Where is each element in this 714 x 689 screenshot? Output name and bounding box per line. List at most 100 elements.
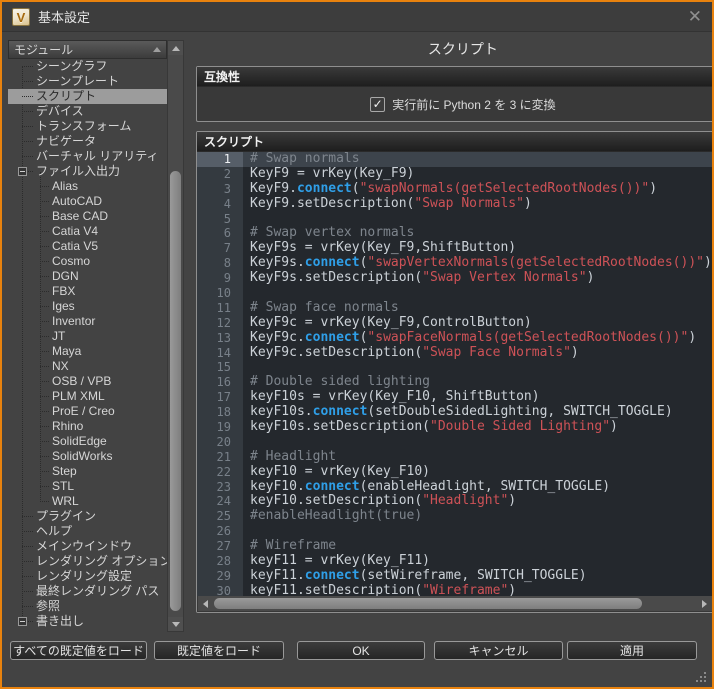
sidebar-item-書き出し[interactable]: 書き出し [8,614,167,629]
sidebar-item-スクリプト[interactable]: スクリプト [8,89,167,104]
sidebar-item-レンダリング設定[interactable]: レンダリング設定 [8,569,167,584]
code-line[interactable]: 9 KeyF9s.setDescription("Swap Vertex Norm… [197,271,712,287]
code-line[interactable]: 7 KeyF9s = vrKey(Key_F9,ShiftButton) [197,241,712,257]
sidebar-item-maya[interactable]: Maya [8,344,167,359]
code-line[interactable]: 2 KeyF9 = vrKey(Key_F9) [197,166,712,182]
sidebar-item-デバイス[interactable]: デバイス [8,104,167,119]
sidebar-item-メインウインドウ[interactable]: メインウインドウ [8,539,167,554]
editor-horizontal-scrollbar[interactable] [197,596,712,612]
sidebar-item-nx[interactable]: NX [8,359,167,374]
code-line[interactable]: 6 # Swap vertex normals [197,226,712,242]
code-line[interactable]: 25 #enableHeadlight(true) [197,509,712,525]
sidebar-item-osb-vpb[interactable]: OSB / VPB [8,374,167,389]
sidebar-item-トランスフォーム[interactable]: トランスフォーム [8,119,167,134]
window-title: 基本設定 [38,10,91,25]
script-editor[interactable]: 1 # Swap normals 2 KeyF9 = vrKey(Key_F9) 3 Ke… [197,152,712,596]
tree-collapse-icon[interactable] [18,617,27,626]
tree-collapse-icon[interactable] [18,167,27,176]
code-line[interactable]: 8 KeyF9s.connect("swapVertexNormals(getSe… [197,256,712,272]
sidebar-item-step[interactable]: Step [8,464,167,479]
python-convert-checkbox-row[interactable]: ✓ 実行前に Python 2 を 3 に変換 [370,96,556,113]
code-line[interactable]: 30 keyF11.setDescription("Wireframe") [197,583,712,596]
sidebar-item-fbx[interactable]: FBX [8,284,167,299]
sidebar-item-ヘルプ[interactable]: ヘルプ [8,524,167,539]
code-line[interactable]: 10 [197,286,712,301]
resize-grip[interactable] [694,670,706,682]
code-line[interactable]: 16 # Double sided lighting [197,375,712,391]
sidebar-item-label: シーンプレート [36,74,120,88]
code-line[interactable]: 4 KeyF9.setDescription("Swap Normals") [197,196,712,212]
sidebar-item-jt[interactable]: JT [8,329,167,344]
scrollbar-track[interactable] [168,55,183,617]
scroll-right-icon[interactable] [698,596,712,611]
sidebar-scrollbar[interactable] [167,40,184,632]
code-text: # Headlight [250,449,337,464]
sidebar-item-ナビゲータ[interactable]: ナビゲータ [8,134,167,149]
cancel-button[interactable]: キャンセル [434,641,563,660]
sidebar-item-solidworks[interactable]: SolidWorks [8,449,167,464]
sidebar-item-plm-xml[interactable]: PLM XML [8,389,167,404]
load-all-defaults-button[interactable]: すべての既定値をロード [10,641,147,660]
code-line[interactable]: 18 keyF10s.connect(setDoubleSidedLighting… [197,405,712,421]
sidebar-item-シーングラフ[interactable]: シーングラフ [8,59,167,74]
scrollbar-thumb[interactable] [214,598,642,609]
sidebar-item-プラグイン[interactable]: プラグイン [8,509,167,524]
sidebar-item-base-cad[interactable]: Base CAD [8,209,167,224]
code-line[interactable]: 19 keyF10s.setDescription("Double Sided L… [197,420,712,435]
code-line[interactable]: 14 KeyF9c.setDescription("Swap Face Norma… [197,345,712,361]
code-line[interactable]: 24 keyF10.setDescription("Headlight") [197,494,712,510]
code-line[interactable]: 22 keyF10 = vrKey(Key_F10) [197,464,712,480]
sidebar-item-stl[interactable]: STL [8,479,167,494]
sidebar-item-cosmo[interactable]: Cosmo [8,254,167,269]
sidebar-item-inventor[interactable]: Inventor [8,314,167,329]
sidebar-item-ファイル入出力[interactable]: ファイル入出力 [8,164,167,179]
sidebar-item-proe-creo[interactable]: ProE / Creo [8,404,167,419]
sidebar-item-最終レンダリング-パス[interactable]: 最終レンダリング パス [8,584,167,599]
scroll-up-icon[interactable] [168,41,183,55]
code-line[interactable]: 27 # Wireframe [197,539,712,555]
code-line[interactable]: 29 keyF11.connect(setWireframe, SWITCH_TO… [197,568,712,584]
line-number: 9 [197,271,243,287]
scrollbar-track[interactable] [212,596,698,611]
scrollbar-thumb[interactable] [170,171,181,611]
sidebar-item-シーンプレート[interactable]: シーンプレート [8,74,167,89]
code-line[interactable]: 3 KeyF9.connect("swapNormals(getSelectedR… [197,181,712,197]
sidebar-item-catia-v4[interactable]: Catia V4 [8,224,167,239]
sidebar-item-レンダリング-オプション[interactable]: レンダリング オプション [8,554,167,569]
code-line[interactable]: 20 [197,434,712,450]
sidebar-item-dgn[interactable]: DGN [8,269,167,284]
code-text: # Wireframe [250,539,337,554]
module-tree-header[interactable]: モジュール [8,40,167,59]
code-line[interactable]: 23 keyF10.connect(enableHeadlight, SWITCH… [197,479,712,495]
sidebar-item-バーチャル-リアリティ[interactable]: バーチャル リアリティ [8,149,167,164]
sidebar-item-alias[interactable]: Alias [8,179,167,194]
code-line[interactable]: 26 [197,524,712,540]
sidebar-item-autocad[interactable]: AutoCAD [8,194,167,209]
sidebar-item-solidedge[interactable]: SolidEdge [8,434,167,449]
scroll-left-icon[interactable] [198,596,212,611]
sidebar-item-label: AutoCAD [52,194,103,208]
ok-button[interactable]: OK [297,641,425,660]
code-line[interactable]: 21 # Headlight [197,449,712,465]
scroll-down-icon[interactable] [168,617,183,631]
code-line[interactable]: 11 # Swap face normals [197,300,712,316]
sidebar-item-参照[interactable]: 参照 [8,599,167,614]
sidebar-item-catia-v5[interactable]: Catia V5 [8,239,167,254]
line-number: 23 [197,479,243,495]
code-line[interactable]: 1 # Swap normals [197,152,712,167]
code-line[interactable]: 15 [197,360,712,376]
line-number: 27 [197,539,243,555]
load-defaults-button[interactable]: 既定値をロード [154,641,284,660]
sidebar-item-rhino[interactable]: Rhino [8,419,167,434]
code-line[interactable]: 12 KeyF9c = vrKey(Key_F9,ControlButton) [197,315,712,331]
close-icon[interactable]: ✕ [688,8,702,25]
code-line[interactable]: 17 keyF10s = vrKey(Key_F10, ShiftButton) [197,390,712,406]
code-line[interactable]: 5 [197,211,712,227]
code-line[interactable]: 13 KeyF9c.connect("swapFaceNormals(getSel… [197,330,712,346]
code-text: #enableHeadlight(true) [250,509,423,524]
checkbox-checked-icon[interactable]: ✓ [370,96,386,112]
apply-button[interactable]: 適用 [567,641,697,660]
code-line[interactable]: 28 keyF11 = vrKey(Key_F11) [197,554,712,569]
sidebar-item-wrl[interactable]: WRL [8,494,167,509]
sidebar-item-iges[interactable]: Iges [8,299,167,314]
